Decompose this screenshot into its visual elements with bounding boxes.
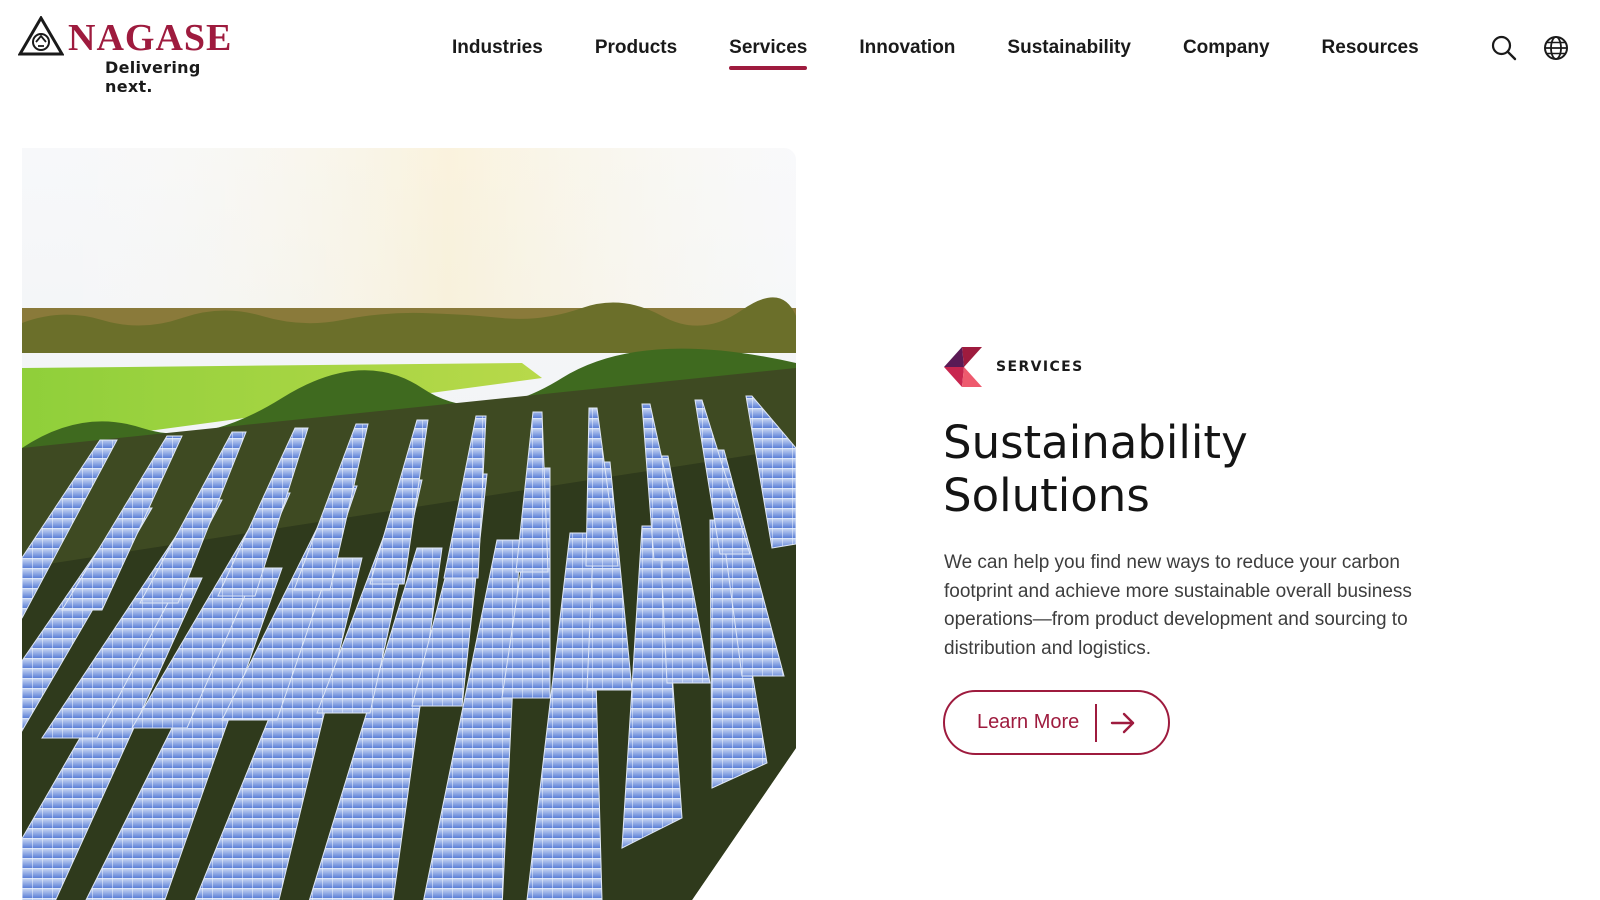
hero-description: We can help you find new ways to reduce … [944,552,1412,659]
brand-tagline: Delivering next. [105,58,201,96]
button-divider [1095,703,1098,742]
title-line-1: Sustainability [943,416,1248,469]
section-eyebrow: SERVICES [944,347,1084,387]
nav-item-products[interactable]: Products [595,30,677,66]
site-header: NAGASE Delivering next. Industries Produ… [0,0,1600,96]
nagase-logo-mark-icon [18,16,64,56]
globe-icon [1544,36,1568,60]
nav-item-innovation[interactable]: Innovation [859,30,955,66]
nagase-logo[interactable]: NAGASE Delivering next. [18,16,248,96]
page-title: Sustainability Solutions [943,416,1463,522]
nav-item-company[interactable]: Company [1183,30,1270,66]
language-button[interactable] [1542,34,1570,62]
nav-item-industries[interactable]: Industries [452,30,543,66]
brand-name: NAGASE [68,17,233,59]
nav-item-services[interactable]: Services [729,30,808,70]
nav-item-sustainability[interactable]: Sustainability [1007,30,1131,66]
learn-more-label: Learn More [977,711,1080,733]
solar-field-illustration [22,148,796,900]
arrow-right-icon [1111,712,1135,733]
main-nav: Industries Products Services Innovation … [452,30,1419,74]
search-icon [1491,35,1517,61]
hero-image-solar-field [22,148,796,900]
eyebrow-label: SERVICES [996,359,1084,375]
services-chevron-icon [944,347,982,387]
search-button[interactable] [1490,34,1518,62]
learn-more-button[interactable]: Learn More [943,690,1170,755]
nav-item-resources[interactable]: Resources [1322,30,1419,66]
title-line-2: Solutions [943,469,1150,522]
